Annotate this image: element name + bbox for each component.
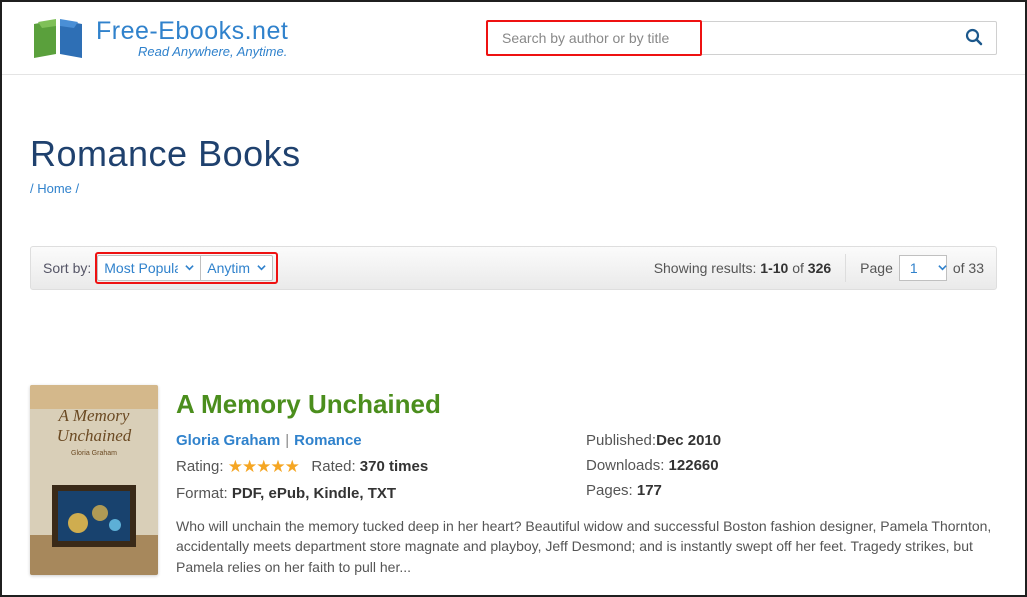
downloads-value: 122660 (669, 457, 719, 474)
rating-count: 370 times (360, 458, 428, 475)
format-line: Format: PDF, ePub, Kindle, TXT (176, 485, 586, 502)
of-total-pages: of 33 (953, 260, 984, 276)
svg-text:Gloria Graham: Gloria Graham (71, 450, 117, 457)
book-info: A Memory Unchained Gloria Graham | Roman… (176, 385, 997, 577)
rating-label: Rating: (176, 458, 228, 475)
header: Free-Ebooks.net Read Anywhere, Anytime. (2, 2, 1025, 75)
published-label: Published: (586, 432, 656, 449)
content: Romance Books / Home / Sort by: Most Pop… (2, 133, 1025, 577)
book-cover[interactable]: A Memory Unchained Gloria Graham (30, 385, 158, 575)
sort-selects: Most Popular Anytime (97, 255, 273, 281)
pages-value: 177 (637, 482, 662, 499)
filter-bar: Sort by: Most Popular Anytime Showing re… (30, 246, 997, 290)
published-value: Dec 2010 (656, 432, 721, 449)
tagline: Read Anywhere, Anytime. (138, 44, 288, 59)
result-range: 1-10 (760, 260, 788, 276)
pages-label: Pages: (586, 482, 637, 499)
svg-text:A Memory: A Memory (58, 406, 130, 425)
book-title[interactable]: A Memory Unchained (176, 389, 997, 420)
total-results: 326 (808, 260, 831, 276)
search-icon[interactable] (965, 28, 983, 51)
page-title: Romance Books (30, 133, 997, 175)
showing-prefix: Showing results: (654, 260, 761, 276)
format-value: PDF, ePub, Kindle, TXT (232, 485, 396, 502)
rated-label: Rated: (311, 458, 359, 475)
logo[interactable]: Free-Ebooks.net Read Anywhere, Anytime. (30, 14, 288, 62)
separator: | (280, 432, 294, 449)
search-container (487, 21, 997, 55)
date-select[interactable]: Anytime (201, 255, 273, 281)
search-input[interactable] (487, 21, 997, 55)
sort-label: Sort by: (43, 260, 91, 276)
downloads-label: Downloads: (586, 457, 669, 474)
svg-text:Unchained: Unchained (57, 426, 132, 445)
book-description: Who will unchain the memory tucked deep … (176, 516, 997, 577)
results-summary: Showing results: 1-10 of 326 (654, 260, 831, 276)
page-select[interactable]: 1 (899, 255, 947, 281)
star-icon: ★★★★★ (228, 457, 299, 476)
divider (845, 254, 846, 282)
author-link[interactable]: Gloria Graham (176, 432, 280, 449)
of-word: of (788, 260, 807, 276)
breadcrumb[interactable]: / Home / (30, 181, 997, 196)
format-label: Format: (176, 485, 232, 502)
page-label: Page (860, 260, 893, 276)
category-link[interactable]: Romance (294, 432, 362, 449)
pages-line: Pages: 177 (586, 482, 721, 499)
brand-name: Free-Ebooks.net (96, 17, 288, 46)
sort-select[interactable]: Most Popular (97, 255, 201, 281)
book-item: A Memory Unchained Gloria Graham A Memor… (30, 385, 997, 577)
book-icon (30, 14, 86, 62)
downloads-line: Downloads: 122660 (586, 457, 721, 474)
rating-line: Rating: ★★★★★ Rated: 370 times (176, 457, 586, 477)
